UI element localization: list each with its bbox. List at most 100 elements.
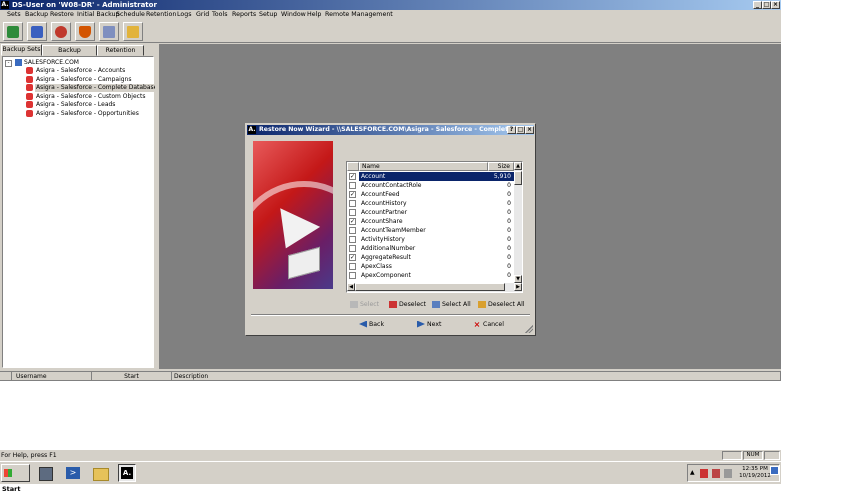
tab-backup-schedules[interactable]: Backup Schedules xyxy=(42,45,97,63)
vertical-scrollbar[interactable]: ▲ ▼ xyxy=(514,162,522,283)
list-row[interactable]: ApexClass 0 xyxy=(347,262,514,271)
list-row[interactable]: AdditionalNumber 0 xyxy=(347,244,514,253)
list-row[interactable]: ✓ AccountFeed 0 xyxy=(347,190,514,199)
row-checkbox[interactable] xyxy=(349,236,356,243)
system-tray: ▲ 12:35 PM 10/19/2012 xyxy=(687,464,780,482)
toolbar-undo-button[interactable] xyxy=(51,22,71,41)
dialog-divider xyxy=(251,314,530,316)
horizontal-scrollbar[interactable]: ◀ ▶ xyxy=(347,283,522,292)
list-row[interactable]: ApexComponent 0 xyxy=(347,271,514,280)
tray-app-icon[interactable] xyxy=(700,469,708,478)
row-checkbox[interactable] xyxy=(349,245,356,252)
start-button[interactable]: Start xyxy=(1,464,30,493)
powershell-icon[interactable]: > xyxy=(64,464,82,482)
grid-col-description[interactable]: Description xyxy=(172,372,781,381)
list-row[interactable]: AccountContactRole 0 xyxy=(347,181,514,190)
clock-time[interactable]: 12:35 PM xyxy=(736,466,774,473)
row-checkbox[interactable] xyxy=(349,182,356,189)
backup-sets-tree: - SALESFORCE.COM Asigra - Salesforce - A… xyxy=(2,56,159,368)
list-row[interactable]: ✓ AggregateResult 0 xyxy=(347,253,514,262)
show-hidden-icons-icon[interactable]: ▲ xyxy=(690,469,695,476)
list-row[interactable]: AccountTeamMember 0 xyxy=(347,226,514,235)
row-checkbox[interactable] xyxy=(349,263,356,270)
toolbar xyxy=(0,21,781,43)
row-checkbox[interactable] xyxy=(349,209,356,216)
tab-backup-sets[interactable]: Backup Sets xyxy=(1,44,42,56)
list-row[interactable]: ✓ AccountShare 0 xyxy=(347,217,514,226)
network-icon[interactable] xyxy=(724,469,732,478)
row-size: 0 xyxy=(507,272,511,279)
list-row[interactable]: AccountPartner 0 xyxy=(347,208,514,217)
scroll-down-icon[interactable]: ▼ xyxy=(514,275,522,283)
objects-list-view[interactable]: Name Size ✓ Account 5,910 AccountContactRol… xyxy=(346,161,523,293)
menu-setup[interactable]: Setup xyxy=(259,11,277,19)
cancel-button[interactable]: × Cancel xyxy=(473,320,504,330)
row-checkbox[interactable] xyxy=(349,227,356,234)
deselect-all-button[interactable]: Deselect All xyxy=(478,300,525,310)
minimize-button[interactable]: _ xyxy=(753,1,762,9)
tree-root-label: SALESFORCE.COM xyxy=(24,59,79,66)
toolbar-schedule-button[interactable] xyxy=(99,22,119,41)
row-name: ApexClass xyxy=(361,263,392,270)
row-size: 0 xyxy=(507,191,511,198)
list-row[interactable]: AccountHistory 0 xyxy=(347,199,514,208)
wizard-icon xyxy=(127,26,139,38)
row-name: AccountShare xyxy=(361,218,403,225)
dialog-close-button[interactable]: × xyxy=(525,126,534,134)
row-checkbox[interactable] xyxy=(349,272,356,279)
menu-tools[interactable]: Tools xyxy=(212,11,228,19)
close-button[interactable]: × xyxy=(771,1,780,9)
menu-backup[interactable]: Backup xyxy=(25,11,48,19)
row-checkbox[interactable]: ✓ xyxy=(349,218,356,225)
dialog-maximize-button[interactable]: □ xyxy=(516,126,525,134)
row-checkbox[interactable]: ✓ xyxy=(349,173,356,180)
menu-reports[interactable]: Reports xyxy=(232,11,256,19)
row-checkbox[interactable]: ✓ xyxy=(349,191,356,198)
windows-logo-icon xyxy=(4,469,12,477)
server-manager-icon[interactable] xyxy=(36,464,54,482)
taskbar-app-button[interactable]: A. xyxy=(118,464,136,482)
deselect-button[interactable]: Deselect xyxy=(389,300,426,310)
scroll-thumb[interactable] xyxy=(355,283,505,291)
toolbar-backup-button[interactable] xyxy=(3,22,23,41)
grid-col-start[interactable]: Start xyxy=(92,372,172,381)
next-button[interactable]: Next xyxy=(417,320,441,330)
toolbar-shield-button[interactable] xyxy=(75,22,95,41)
list-col-name[interactable]: Name xyxy=(359,162,488,171)
select-button[interactable]: Select xyxy=(350,300,379,310)
row-checkbox[interactable]: ✓ xyxy=(349,254,356,261)
toolbar-restore-button[interactable] xyxy=(27,22,47,41)
list-row[interactable]: ✓ Account 5,910 xyxy=(347,172,514,181)
collapse-toggle-icon[interactable]: - xyxy=(5,60,12,67)
dialog-help-button[interactable]: ? xyxy=(507,126,516,134)
show-desktop-icon[interactable] xyxy=(770,466,779,475)
list-row[interactable]: ActivityHistory 0 xyxy=(347,235,514,244)
menu-window[interactable]: Window xyxy=(281,11,306,19)
menu-retention[interactable]: Retention xyxy=(146,11,176,19)
clock-date[interactable]: 10/19/2012 xyxy=(736,473,774,480)
menu-help[interactable]: Help xyxy=(307,11,321,19)
menu-initial-backup[interactable]: Initial Backup xyxy=(77,11,120,19)
grid-col-username[interactable]: Username xyxy=(12,372,92,381)
row-checkbox[interactable] xyxy=(349,200,356,207)
menu-grid[interactable]: Grid xyxy=(196,11,209,19)
menu-remote-management[interactable]: Remote Management xyxy=(325,11,393,19)
resize-grip[interactable] xyxy=(525,325,533,333)
list-col-size[interactable]: Size xyxy=(488,162,514,171)
menu-schedule[interactable]: Schedule xyxy=(116,11,145,19)
menu-sets[interactable]: Sets xyxy=(7,11,21,19)
scroll-thumb[interactable] xyxy=(514,171,522,185)
toolbar-wizard-button[interactable] xyxy=(123,22,143,41)
scroll-up-icon[interactable]: ▲ xyxy=(514,162,522,170)
tray-app-icon[interactable] xyxy=(712,469,720,478)
scroll-right-icon[interactable]: ▶ xyxy=(514,283,522,291)
tab-retention-rules[interactable]: Retention Rules xyxy=(97,45,144,63)
back-button[interactable]: Back xyxy=(359,320,384,330)
explorer-folder-icon[interactable] xyxy=(91,464,109,482)
row-size: 0 xyxy=(507,227,511,234)
maximize-button[interactable]: □ xyxy=(762,1,771,9)
scroll-left-icon[interactable]: ◀ xyxy=(347,283,355,291)
select-all-button[interactable]: Select All xyxy=(432,300,471,310)
menu-logs[interactable]: Logs xyxy=(177,11,192,19)
menu-restore[interactable]: Restore xyxy=(50,11,74,19)
